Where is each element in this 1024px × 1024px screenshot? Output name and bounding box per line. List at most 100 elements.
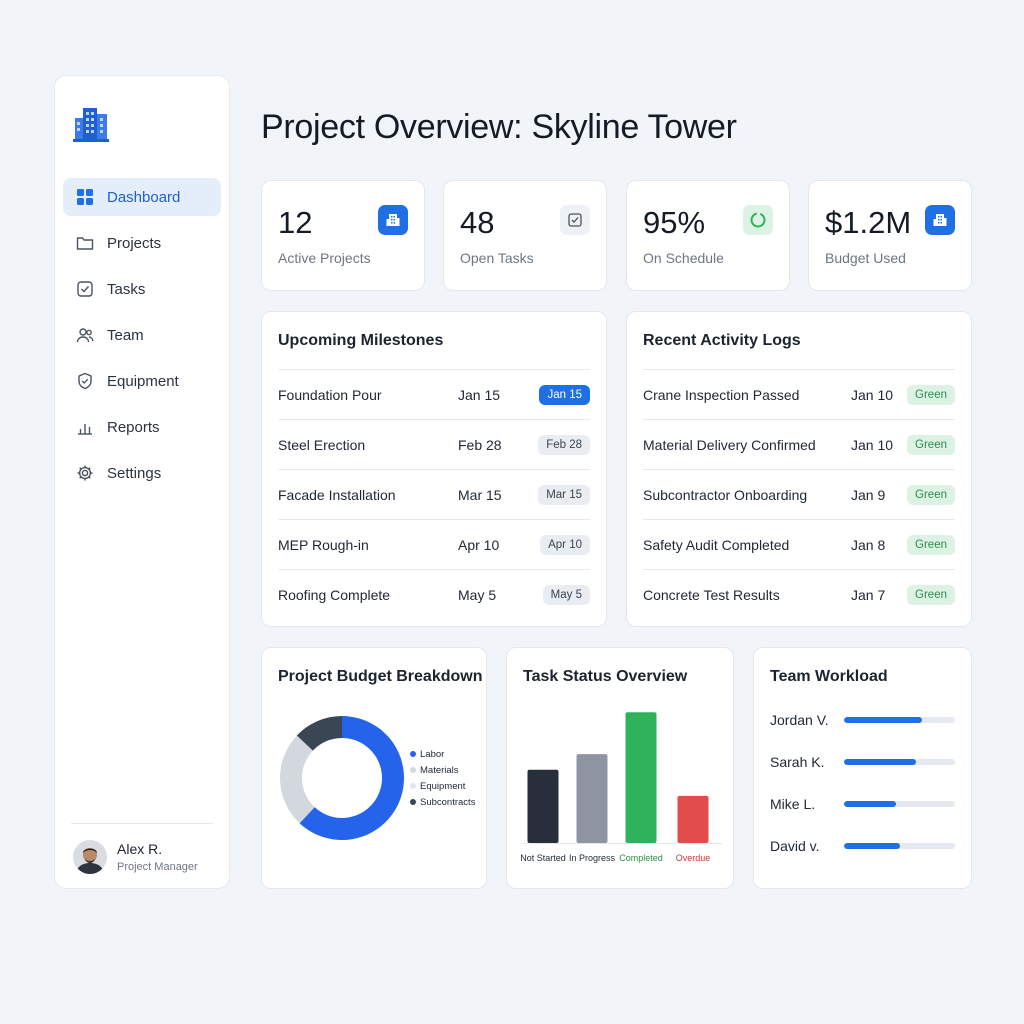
card-title: Upcoming Milestones xyxy=(278,332,444,349)
milestone-name: Facade Installation xyxy=(278,486,396,503)
kpi-card-on-schedule[interactable]: 95% On Schedule xyxy=(626,180,790,291)
chart-legend: Labor Materials Equipment Subcontracts xyxy=(410,746,475,810)
sidebar-item-label: Projects xyxy=(107,234,162,252)
bar-chart-icon xyxy=(75,417,95,437)
milestone-name: Steel Erection xyxy=(278,436,366,453)
bar-label: Not Started xyxy=(520,853,566,863)
workload-row[interactable]: Jordan V. xyxy=(770,708,955,732)
sidebar-item-dashboard[interactable]: Dashboard xyxy=(63,178,221,216)
legend-label: Materials xyxy=(420,764,459,776)
activity-row[interactable]: Safety Audit Completed Jan 8 Green xyxy=(643,519,955,569)
milestone-date: May 5 xyxy=(458,586,497,603)
date-badge: Mar 15 xyxy=(538,484,590,505)
kpi-card-active-projects[interactable]: 12 Active Projects xyxy=(261,180,425,291)
kpi-card-open-tasks[interactable]: 48 Open Tasks xyxy=(443,180,607,291)
legend-label: Labor xyxy=(420,748,445,760)
kpi-card-budget-used[interactable]: $1.2M Budget Used xyxy=(808,180,972,291)
task-status-bar-chart[interactable]: Not Started In Progress Completed Overdue xyxy=(516,698,726,888)
legend-swatch xyxy=(410,783,416,789)
milestones-list: Foundation Pour Jan 15 Jan 15 Steel Erec… xyxy=(278,369,590,619)
date-badge: Jan 15 xyxy=(539,384,590,405)
milestone-name: Foundation Pour xyxy=(278,386,382,403)
milestone-date: Feb 28 xyxy=(458,436,502,453)
sidebar-item-equipment[interactable]: Equipment xyxy=(63,362,221,400)
activity-row[interactable]: Material Delivery Confirmed Jan 10 Green xyxy=(643,419,955,469)
activity-row[interactable]: Subcontractor Onboarding Jan 9 Green xyxy=(643,469,955,519)
sidebar-item-tasks[interactable]: Tasks xyxy=(63,270,221,308)
kpi-value: 48 xyxy=(460,205,495,240)
workload-row[interactable]: David v. xyxy=(770,834,955,858)
kpi-label: Budget Used xyxy=(825,250,906,266)
sidebar-item-projects[interactable]: Projects xyxy=(63,224,221,262)
activity-date: Jan 10 xyxy=(851,436,894,453)
legend-item: Subcontracts xyxy=(410,794,475,810)
progress-ring-icon xyxy=(743,205,773,235)
member-name: Sarah K. xyxy=(770,754,825,770)
workload-fill xyxy=(844,801,897,807)
milestone-row[interactable]: MEP Rough-in Apr 10 Apr 10 xyxy=(278,519,590,569)
milestone-date: Mar 15 xyxy=(458,486,502,503)
workload-row[interactable]: Mike L. xyxy=(770,792,955,816)
kpi-value: 12 xyxy=(278,205,313,240)
bar-label: In Progress xyxy=(569,853,616,863)
date-badge: May 5 xyxy=(542,584,590,605)
status-badge: Green xyxy=(907,434,955,455)
activity-row[interactable]: Concrete Test Results Jan 7 Green xyxy=(643,569,955,619)
status-badge: Green xyxy=(907,534,955,555)
date-badge: Apr 10 xyxy=(540,534,590,555)
user-profile[interactable]: Alex R. Project Manager xyxy=(73,840,198,874)
workload-row[interactable]: Sarah K. xyxy=(770,750,955,774)
budget-donut-chart[interactable] xyxy=(272,708,412,848)
sidebar-item-label: Tasks xyxy=(107,280,146,298)
activity-date: Jan 10 xyxy=(851,386,894,403)
building-icon xyxy=(925,205,955,235)
avatar[interactable] xyxy=(73,840,107,874)
kpi-label: Active Projects xyxy=(278,250,371,266)
activity-date: Jan 7 xyxy=(851,586,886,603)
users-icon xyxy=(75,325,95,345)
workload-bar xyxy=(844,717,955,723)
building-icon xyxy=(378,205,408,235)
bar-overdue[interactable] xyxy=(677,795,709,843)
sidebar-divider xyxy=(71,823,213,824)
sidebar-item-label: Team xyxy=(107,326,144,344)
legend-item: Materials xyxy=(410,762,475,778)
milestone-row[interactable]: Facade Installation Mar 15 Mar 15 xyxy=(278,469,590,519)
building-icon[interactable] xyxy=(73,104,111,144)
shield-icon xyxy=(75,371,95,391)
checkbox-icon xyxy=(75,279,95,299)
milestone-row[interactable]: Foundation Pour Jan 15 Jan 15 xyxy=(278,369,590,419)
kpi-value: 95% xyxy=(643,205,706,240)
page-title: Project Overview: Skyline Tower xyxy=(261,108,737,146)
activity-name: Crane Inspection Passed xyxy=(643,386,800,403)
activity-row[interactable]: Crane Inspection Passed Jan 10 Green xyxy=(643,369,955,419)
activity-date: Jan 8 xyxy=(851,536,886,553)
milestone-row[interactable]: Steel Erection Feb 28 Feb 28 xyxy=(278,419,590,469)
legend-label: Equipment xyxy=(420,780,466,792)
sidebar-item-label: Dashboard xyxy=(107,188,181,206)
workload-fill xyxy=(844,843,900,849)
legend-item: Labor xyxy=(410,746,475,762)
card-title: Recent Activity Logs xyxy=(643,332,801,349)
milestone-row[interactable]: Roofing Complete May 5 May 5 xyxy=(278,569,590,619)
gear-icon xyxy=(75,463,95,483)
workload-bar xyxy=(844,759,955,765)
donut-slice-materials[interactable] xyxy=(280,735,315,824)
legend-swatch xyxy=(410,767,416,773)
sidebar-item-team[interactable]: Team xyxy=(63,316,221,354)
date-badge: Feb 28 xyxy=(538,434,590,455)
activity-date: Jan 9 xyxy=(851,486,886,503)
bar-completed[interactable] xyxy=(625,712,657,843)
bar-label: Overdue xyxy=(676,853,711,863)
sidebar-item-label: Equipment xyxy=(107,372,179,390)
sidebar-item-reports[interactable]: Reports xyxy=(63,408,221,446)
kpi-value: $1.2M xyxy=(825,205,912,240)
status-badge: Green xyxy=(907,484,955,505)
bar-not-started[interactable] xyxy=(527,769,559,843)
workload-bar xyxy=(844,801,955,807)
sidebar-item-settings[interactable]: Settings xyxy=(63,454,221,492)
profile-role: Project Manager xyxy=(117,861,198,873)
activity-name: Safety Audit Completed xyxy=(643,536,790,553)
bar-in-progress[interactable] xyxy=(576,754,608,843)
status-badge: Green xyxy=(907,384,955,405)
